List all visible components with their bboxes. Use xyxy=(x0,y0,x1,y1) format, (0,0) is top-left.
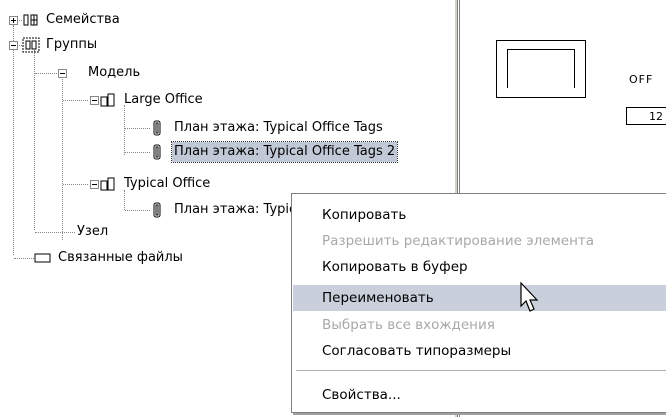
menu-item-allow-edit: Разрешить редактирование элемента xyxy=(322,233,595,249)
tree-item-label: Модель xyxy=(88,65,141,80)
furniture-symbol xyxy=(496,40,586,98)
room-tag-label: OFF xyxy=(629,73,654,86)
context-menu: Копировать Разрешить редактирование элем… xyxy=(291,193,666,413)
tree-line xyxy=(124,105,125,155)
tree-line xyxy=(125,152,150,153)
family-icon xyxy=(23,14,38,26)
tree-line xyxy=(35,232,75,233)
tree-item-plan[interactable]: План этажа: Typical Office Tags xyxy=(150,118,385,138)
tree-item-label: Typical Office xyxy=(124,176,211,191)
tree-item-label: Группы xyxy=(46,37,98,52)
tree-item-large-office[interactable]: Large Office xyxy=(100,90,205,110)
room-tag-number: 12 xyxy=(626,107,666,125)
menu-item-select-all-instances: Выбрать все вхождения xyxy=(322,317,495,333)
tree-item-typical-office[interactable]: Typical Office xyxy=(100,174,212,194)
tree-line xyxy=(125,210,150,211)
menu-item-rename[interactable]: Переименовать xyxy=(293,285,666,311)
group-type-icon xyxy=(100,177,115,191)
expand-toggle[interactable] xyxy=(9,16,18,25)
group-instance-icon xyxy=(153,120,161,136)
group-icon xyxy=(22,37,40,53)
mouse-cursor-icon xyxy=(520,282,539,312)
tree-item-groups[interactable]: Группы xyxy=(22,35,99,55)
menu-separator xyxy=(296,370,666,371)
tree-item-label: Семейства xyxy=(46,12,120,27)
tree-line xyxy=(125,128,150,129)
tree-line xyxy=(13,25,14,255)
tree-item-families[interactable]: Семейства xyxy=(22,10,122,30)
tree-item-plan-selected[interactable]: План этажа: Typical Office Tags 2 xyxy=(150,141,399,163)
collapse-toggle[interactable] xyxy=(90,96,99,105)
collapse-toggle[interactable] xyxy=(9,41,18,50)
tree-item-label: План этажа: Typical Office Tags 2 xyxy=(170,141,399,163)
tree-item-label: Large Office xyxy=(124,92,203,107)
menu-item-match-types[interactable]: Согласовать типоразмеры xyxy=(293,338,666,364)
collapse-toggle[interactable] xyxy=(90,180,99,189)
tree-item-model[interactable]: Модель xyxy=(86,63,142,83)
menu-item-copy-to-clipboard[interactable]: Копировать в буфер xyxy=(293,254,666,280)
group-type-icon xyxy=(100,93,115,107)
group-instance-icon xyxy=(153,202,161,218)
menu-item-copy[interactable]: Копировать xyxy=(293,202,666,228)
tree-line xyxy=(14,258,34,259)
tree-item-label: План этажа: Typical Office Tags xyxy=(174,120,383,135)
menu-item-properties[interactable]: Свойства... xyxy=(293,382,666,408)
tree-item-node[interactable]: Узел xyxy=(75,222,110,242)
collapse-toggle[interactable] xyxy=(58,69,67,78)
tree-item-label: Связанные файлы xyxy=(58,250,183,265)
tree-item-label: Узел xyxy=(77,224,109,239)
tree-line xyxy=(63,184,88,185)
tree-item-linked-files[interactable]: Связанные файлы xyxy=(34,248,185,268)
tree-line xyxy=(34,50,35,230)
group-instance-icon xyxy=(153,144,161,160)
tree-line xyxy=(63,100,88,101)
linked-file-icon xyxy=(34,253,51,263)
